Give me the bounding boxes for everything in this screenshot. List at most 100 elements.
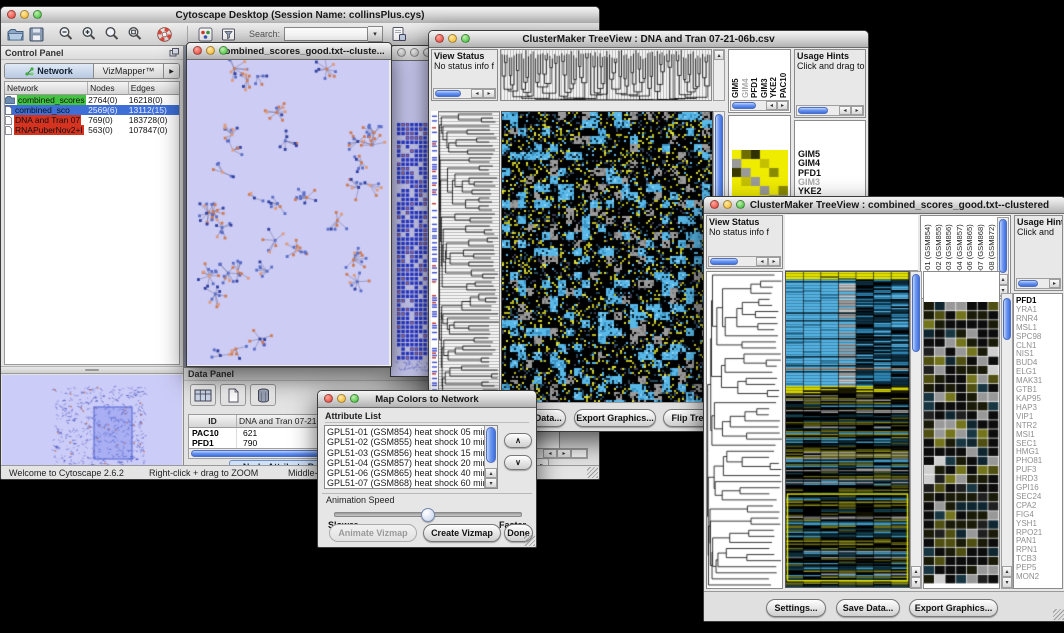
- attribute-list-item[interactable]: GPL51-03 (GSM856) heat shock 15 min: [325, 448, 484, 458]
- col-header-edges[interactable]: Edges: [129, 82, 179, 95]
- column-label[interactable]: YKE2: [769, 52, 779, 98]
- treeview1-titlebar[interactable]: ClusterMaker TreeView : DNA and Tran 07-…: [429, 31, 868, 48]
- close-button[interactable]: [435, 34, 444, 43]
- animate-vizmap-button[interactable]: Animate Vizmap: [329, 524, 417, 542]
- network-titlebar[interactable]: combined_scores_good.txt--cluste...: [187, 43, 391, 60]
- select-attributes-icon[interactable]: [190, 384, 216, 406]
- resize-grip[interactable]: [1053, 609, 1064, 620]
- document-icon: [5, 116, 12, 125]
- heatmap-main[interactable]: [785, 271, 910, 588]
- tab-vizmapper[interactable]: VizMapper™: [94, 64, 164, 78]
- treeview2-titlebar[interactable]: ClusterMaker TreeView : combined_scores_…: [704, 197, 1064, 214]
- birdseye-view[interactable]: [2, 375, 182, 475]
- zoom-out-icon[interactable]: [58, 26, 75, 42]
- view-status-hscrollbar[interactable]: ◂ ▸: [708, 256, 781, 267]
- usage-hints-hscrollbar[interactable]: ◂ ▸: [796, 105, 864, 116]
- export-graphics-button[interactable]: Export Graphics...: [909, 599, 998, 617]
- scrollbar-thumb[interactable]: [1003, 298, 1011, 340]
- minimize-button[interactable]: [20, 10, 29, 19]
- network-table-row[interactable]: combined_sco2569(6)13112(15): [5, 105, 179, 115]
- attribute-list-item[interactable]: GPL51-01 (GSM854) heat shock 05 min: [325, 427, 484, 437]
- zoom-button[interactable]: [219, 46, 228, 55]
- attribute-list-item[interactable]: GPL51-06 (GSM865) heat shock 40 min: [325, 468, 484, 478]
- tab-network[interactable]: Network: [5, 64, 94, 78]
- minimize-button[interactable]: [723, 200, 732, 209]
- attribute-list-item[interactable]: GPL51-02 (GSM855) heat shock 10 min: [325, 437, 484, 447]
- zoom-in-icon[interactable]: [81, 26, 98, 42]
- open-folder-icon[interactable]: [7, 27, 24, 42]
- settings-button[interactable]: Settings...: [766, 599, 826, 617]
- scroll-right-arrow[interactable]: ▸: [557, 449, 571, 458]
- vizmapper-icon[interactable]: [198, 27, 214, 42]
- search-dropdown-arrow[interactable]: ▾: [368, 26, 383, 42]
- close-button[interactable]: [324, 394, 333, 403]
- zoom-button[interactable]: [33, 10, 42, 19]
- usage-hints-hscrollbar[interactable]: ▸: [1016, 278, 1061, 289]
- filter-icon[interactable]: [221, 27, 237, 42]
- col-header-network[interactable]: Network: [5, 82, 88, 95]
- zoom-fit-icon[interactable]: [104, 26, 121, 42]
- zoom-button[interactable]: [461, 34, 470, 43]
- close-button[interactable]: [193, 46, 202, 55]
- save-icon[interactable]: [29, 27, 44, 42]
- attribute-list-item[interactable]: GPL51-04 (GSM857) heat shock 20 min: [325, 458, 484, 468]
- heatmap-main[interactable]: [501, 111, 713, 403]
- attribute-list-item[interactable]: GPL51-07 (GSM868) heat shock 60 min: [325, 478, 484, 488]
- network-table-row[interactable]: DNA and Tran 07769(0)183728(0): [5, 115, 179, 125]
- close-button[interactable]: [397, 48, 406, 57]
- attribute-listbox[interactable]: GPL51-01 (GSM854) heat shock 05 minGPL51…: [324, 425, 498, 489]
- scroll-left-arrow[interactable]: ◂: [543, 449, 557, 458]
- minimize-button[interactable]: [410, 48, 419, 57]
- attribute-list-vscrollbar[interactable]: ▴ ▾: [484, 426, 497, 488]
- help-lifesaver-icon[interactable]: [156, 26, 173, 43]
- minimize-button[interactable]: [448, 34, 457, 43]
- new-attribute-icon[interactable]: [220, 384, 246, 406]
- column-dendrogram-panel[interactable]: [500, 49, 712, 101]
- col-header-nodes[interactable]: Nodes: [88, 82, 129, 95]
- column-label[interactable]: GIM5: [731, 52, 741, 98]
- animation-speed-slider[interactable]: [334, 512, 522, 517]
- column-labels-hscrollbar[interactable]: ◂ ▸: [730, 100, 789, 111]
- network-view-1[interactable]: [187, 60, 389, 365]
- close-button[interactable]: [710, 200, 719, 209]
- delete-attribute-icon[interactable]: [250, 384, 276, 406]
- save-data-button[interactable]: Save Data...: [836, 599, 900, 617]
- gene-label[interactable]: MON2: [1016, 573, 1062, 582]
- treeview1-top-vscroll[interactable]: ▴: [713, 49, 725, 101]
- float-panel-icon[interactable]: [169, 48, 179, 57]
- column-label[interactable]: GIM3: [760, 52, 770, 98]
- row-dendrogram-panel[interactable]: [706, 271, 783, 589]
- resize-grip[interactable]: [524, 535, 535, 546]
- tab-overflow-arrow[interactable]: ▶: [164, 64, 179, 78]
- panel-divider[interactable]: [1, 366, 183, 374]
- data-col-id[interactable]: ID: [189, 415, 237, 428]
- dialog-titlebar[interactable]: Map Colors to Network: [318, 391, 536, 408]
- column-label[interactable]: PFD1: [750, 52, 760, 98]
- create-vizmap-button[interactable]: Create Vizmap: [423, 524, 501, 542]
- resize-grip[interactable]: [587, 467, 598, 478]
- attribute-list-label: Attribute List: [325, 411, 381, 421]
- row-dendrogram-panel[interactable]: [438, 111, 500, 401]
- zoom-button[interactable]: [350, 394, 359, 403]
- view-status-hscrollbar[interactable]: ◂ ▸: [433, 88, 496, 99]
- heatmap-zoom[interactable]: [924, 302, 999, 584]
- column-label[interactable]: PAC10: [779, 52, 789, 98]
- column-label[interactable]: GIM4: [741, 52, 751, 98]
- gene-list-vscrollbar[interactable]: ▴ ▾: [1001, 293, 1013, 589]
- slider-thumb[interactable]: [421, 508, 435, 522]
- move-up-button[interactable]: ∧: [504, 433, 532, 448]
- network-table-row[interactable]: combined_scores2764(0)16218(0): [5, 95, 179, 105]
- export-graphics-button[interactable]: Export Graphics...: [574, 409, 656, 427]
- minimize-button[interactable]: [206, 46, 215, 55]
- search-input[interactable]: [284, 27, 368, 41]
- scrollbar-thumb[interactable]: [912, 274, 920, 352]
- treeview2-vscrollbar[interactable]: ▴ ▾: [910, 271, 922, 589]
- main-titlebar[interactable]: Cytoscape Desktop (Session Name: collins…: [1, 7, 599, 24]
- close-button[interactable]: [7, 10, 16, 19]
- minimize-button[interactable]: [337, 394, 346, 403]
- zoom-button[interactable]: [736, 200, 745, 209]
- attribute-browser-icon[interactable]: [391, 26, 407, 42]
- zoom-selected-icon[interactable]: [127, 26, 144, 42]
- network-table-row[interactable]: RNAPuberNov2+I563(0)107847(0): [5, 125, 179, 135]
- move-down-button[interactable]: ∨: [504, 455, 532, 470]
